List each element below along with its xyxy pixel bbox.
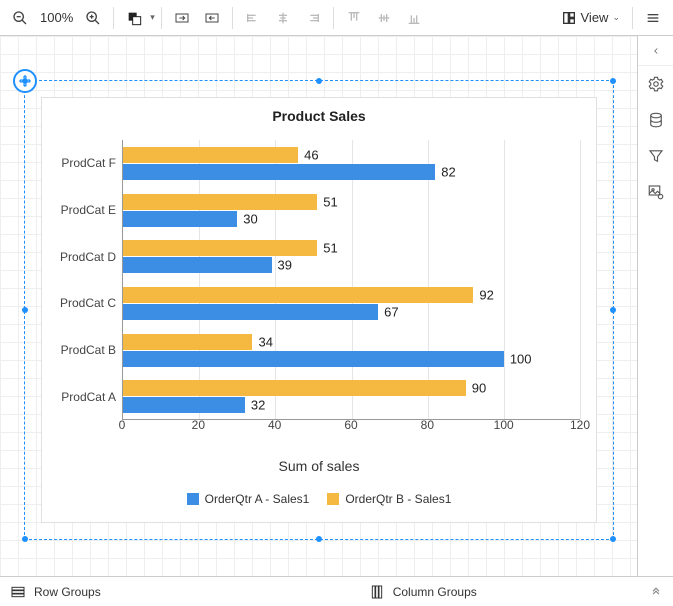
bar-value-label: 39 — [272, 258, 292, 273]
zoom-out-button[interactable] — [6, 4, 34, 32]
view-label: View — [581, 10, 609, 25]
resize-handle[interactable] — [316, 78, 322, 84]
chart-bar: 32 — [123, 397, 245, 413]
y-category-label: ProdCat D — [60, 250, 116, 264]
chart-x-axis-title: Sum of sales — [42, 458, 596, 474]
image-gear-icon — [647, 183, 665, 201]
toolbar: 100% ▾ — [0, 0, 673, 36]
legend-swatch — [187, 493, 199, 505]
separator — [632, 7, 633, 29]
merge-cells-button[interactable] — [168, 4, 196, 32]
row-groups-label[interactable]: Row Groups — [34, 585, 101, 599]
legend-item: OrderQtr B - Sales1 — [327, 492, 451, 506]
bar-value-label: 67 — [378, 304, 398, 319]
chart-legend: OrderQtr A - Sales1 OrderQtr B - Sales1 — [42, 492, 596, 506]
resize-handle[interactable] — [22, 78, 28, 84]
y-category-label: ProdCat A — [61, 390, 116, 404]
align-left-button — [239, 4, 267, 32]
view-menu-button[interactable]: View ⌄ — [555, 4, 627, 32]
color-picker-button[interactable] — [120, 4, 148, 32]
expand-footer-button[interactable] — [649, 583, 663, 600]
collapse-panel-button[interactable] — [638, 36, 673, 66]
x-tick-label: 80 — [421, 418, 434, 432]
chart-bar: 51 — [123, 240, 317, 256]
resize-handle[interactable] — [22, 307, 28, 313]
separator — [113, 7, 114, 29]
chart-bar: 34 — [123, 334, 252, 350]
bar-value-label: 92 — [473, 287, 493, 302]
row-groups-icon — [10, 584, 26, 600]
x-tick-label: 0 — [119, 418, 126, 432]
bar-value-label: 90 — [466, 381, 486, 396]
bar-value-label: 46 — [298, 147, 318, 162]
image-settings-button[interactable] — [638, 174, 673, 210]
chart-container[interactable]: Product Sales ProdCat FProdCat EProdCat … — [41, 97, 597, 523]
x-tick-label: 120 — [570, 418, 590, 432]
resize-handle[interactable] — [22, 536, 28, 542]
design-canvas[interactable]: Product Sales ProdCat FProdCat EProdCat … — [0, 36, 637, 576]
separator — [232, 7, 233, 29]
funnel-icon — [647, 147, 665, 165]
align-center-button — [269, 4, 297, 32]
database-icon — [647, 111, 665, 129]
align-bottom-button — [400, 4, 428, 32]
y-category-label: ProdCat E — [61, 203, 116, 217]
y-category-label: ProdCat B — [61, 343, 116, 357]
column-groups-icon — [369, 584, 385, 600]
chart-bar: 46 — [123, 147, 298, 163]
chart-bar: 67 — [123, 304, 378, 320]
align-middle-button — [370, 4, 398, 32]
legend-swatch — [327, 493, 339, 505]
gear-icon — [647, 75, 665, 93]
filter-button[interactable] — [638, 138, 673, 174]
column-groups-label[interactable]: Column Groups — [393, 585, 477, 599]
y-category-label: ProdCat C — [60, 296, 116, 310]
align-top-button — [340, 4, 368, 32]
legend-item: OrderQtr A - Sales1 — [187, 492, 310, 506]
bar-value-label: 32 — [245, 398, 265, 413]
separator — [161, 7, 162, 29]
resize-handle[interactable] — [610, 536, 616, 542]
chart-bar: 30 — [123, 211, 237, 227]
x-tick-label: 40 — [268, 418, 281, 432]
side-panel — [637, 36, 673, 576]
chart-plot-area: ProdCat F ProdCat E ProdCat D ProdCat C Prod… — [58, 140, 580, 436]
properties-button[interactable] — [638, 66, 673, 102]
footer-bar: Row Groups Column Groups — [0, 576, 673, 606]
bar-value-label: 82 — [435, 164, 455, 179]
resize-handle[interactable] — [316, 536, 322, 542]
zoom-level[interactable]: 100% — [36, 10, 77, 25]
chart-bar: 82 — [123, 164, 435, 180]
data-button[interactable] — [638, 102, 673, 138]
chart-bar: 39 — [123, 257, 272, 273]
chart-bar: 51 — [123, 194, 317, 210]
chevron-down-icon: ▾ — [150, 12, 155, 23]
y-category-label: ProdCat F — [61, 156, 116, 170]
x-tick-label: 60 — [344, 418, 357, 432]
bar-value-label: 51 — [317, 241, 337, 256]
x-tick-label: 100 — [494, 418, 514, 432]
chart-bar: 92 — [123, 287, 473, 303]
chart-bar: 100 — [123, 351, 504, 367]
legend-label: OrderQtr A - Sales1 — [205, 492, 310, 506]
bar-value-label: 30 — [237, 211, 257, 226]
hamburger-menu-button[interactable] — [639, 4, 667, 32]
x-tick-label: 20 — [192, 418, 205, 432]
chart-title: Product Sales — [42, 98, 596, 124]
zoom-in-button[interactable] — [79, 4, 107, 32]
resize-handle[interactable] — [610, 78, 616, 84]
split-cells-button[interactable] — [198, 4, 226, 32]
resize-handle[interactable] — [610, 307, 616, 313]
bar-value-label: 51 — [317, 194, 337, 209]
chart-bar: 90 — [123, 380, 466, 396]
align-right-button — [299, 4, 327, 32]
selection-outline[interactable]: Product Sales ProdCat FProdCat EProdCat … — [24, 80, 614, 540]
bar-value-label: 34 — [252, 334, 272, 349]
separator — [333, 7, 334, 29]
chevron-down-icon: ⌄ — [612, 12, 620, 23]
legend-label: OrderQtr B - Sales1 — [345, 492, 451, 506]
bar-value-label: 100 — [504, 351, 532, 366]
